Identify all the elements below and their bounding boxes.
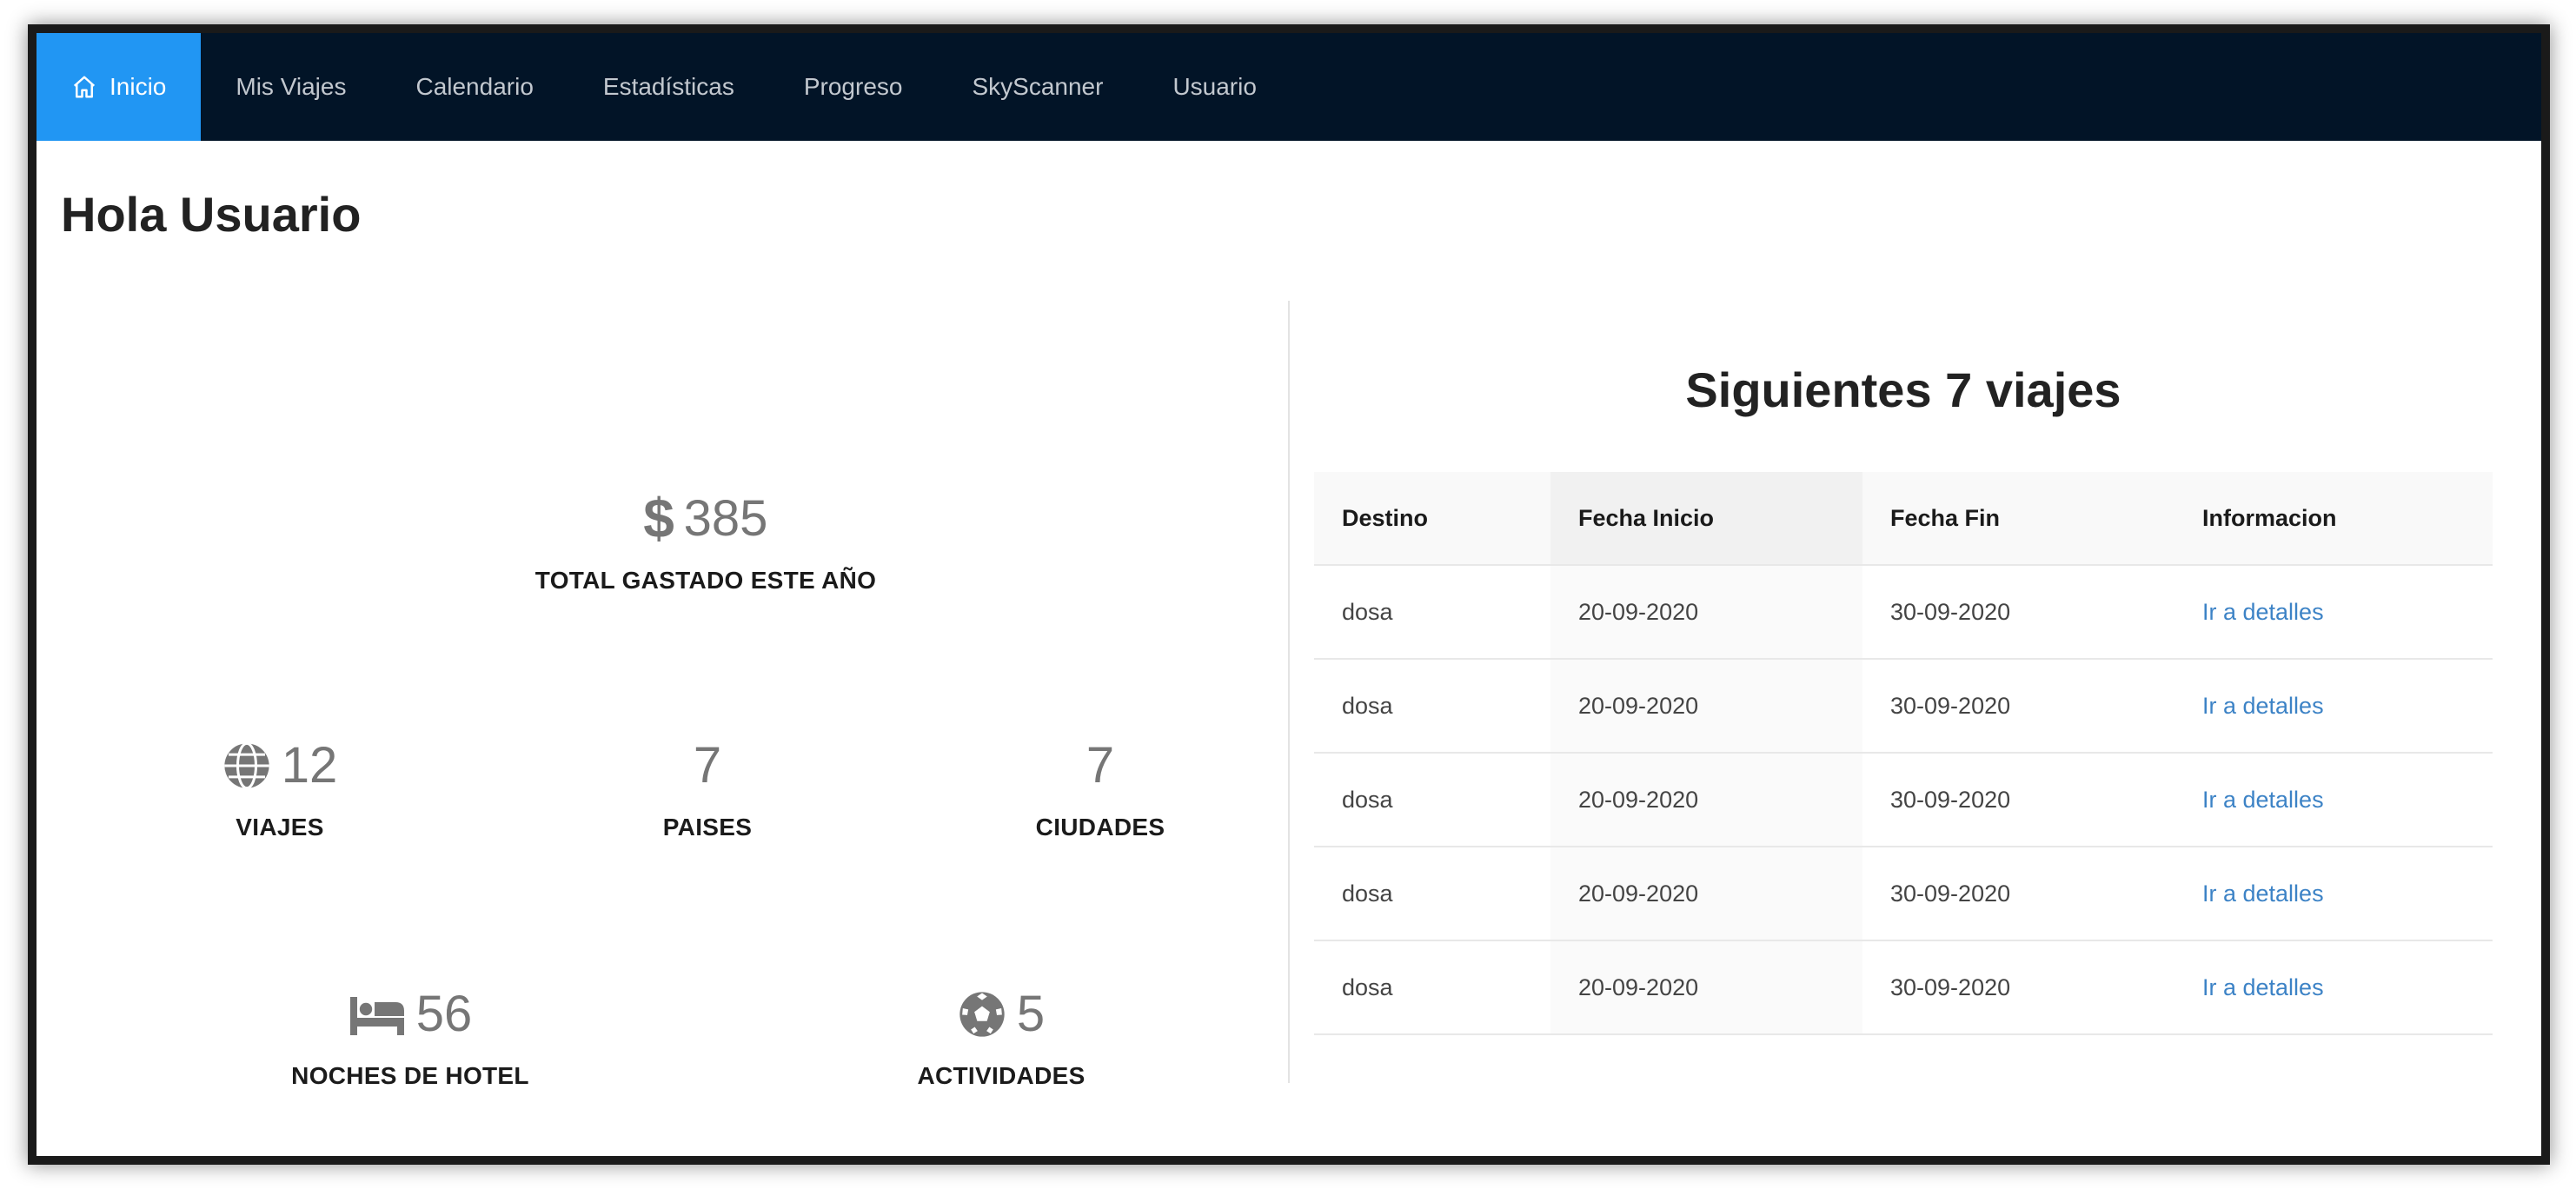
- cell-destino: dosa: [1314, 847, 1550, 941]
- nav-item-calendario[interactable]: Calendario: [381, 33, 568, 141]
- details-link[interactable]: Ir a detalles: [2202, 599, 2324, 625]
- nav-item-mis-viajes[interactable]: Mis Viajes: [201, 33, 381, 141]
- trips-table: Destino Fecha Inicio Fecha Fin Informaci…: [1314, 472, 2493, 1035]
- table-row: dosa 20-09-2020 30-09-2020 Ir a detalles: [1314, 940, 2493, 1035]
- stat-label: ACTIVIDADES: [917, 1062, 1086, 1089]
- dollar-icon: $: [644, 494, 674, 544]
- nav-item-label: Progreso: [803, 73, 903, 100]
- nav-item-progreso[interactable]: Progreso: [769, 33, 938, 141]
- stat-value: 56: [415, 986, 473, 1042]
- cell-informacion: Ir a detalles: [2174, 940, 2493, 1035]
- stat-viajes: 12 VIAJES: [141, 741, 419, 841]
- nav-item-label: Estadísticas: [602, 73, 734, 100]
- details-link[interactable]: Ir a detalles: [2202, 974, 2324, 1000]
- cell-fecha-fin: 30-09-2020: [1862, 940, 2174, 1035]
- page-title: Hola Usuario: [61, 187, 362, 242]
- stat-ciudades: 7 CIUDADES: [961, 741, 1239, 841]
- bed-icon: [349, 997, 404, 1035]
- stat-paises: 7 PAISES: [568, 741, 846, 841]
- column-header-fecha-inicio: Fecha Inicio: [1550, 472, 1862, 566]
- stat-label: CIUDADES: [1035, 814, 1165, 841]
- cell-destino: dosa: [1314, 940, 1550, 1035]
- home-icon: [73, 76, 96, 98]
- stat-value: 12: [281, 737, 338, 794]
- cell-informacion: Ir a detalles: [2174, 565, 2493, 660]
- nav-item-label: Usuario: [1172, 73, 1257, 100]
- cell-fecha-inicio: 20-09-2020: [1550, 847, 1862, 941]
- svg-text:$: $: [644, 494, 674, 544]
- stat-value: 7: [693, 737, 722, 794]
- cell-fecha-inicio: 20-09-2020: [1550, 753, 1862, 847]
- nav-item-estadisticas[interactable]: Estadísticas: [568, 33, 769, 141]
- stat-actividades: 5 ACTIVIDADES: [836, 989, 1166, 1090]
- cell-fecha-inicio: 20-09-2020: [1550, 940, 1862, 1035]
- nav-item-label: Calendario: [415, 73, 534, 100]
- trips-title: Siguientes 7 viajes: [1685, 362, 2121, 417]
- top-navbar: Inicio Mis Viajes Calendario Estadística…: [37, 33, 2541, 141]
- cell-informacion: Ir a detalles: [2174, 659, 2493, 754]
- cell-informacion: Ir a detalles: [2174, 753, 2493, 847]
- stat-value: 7: [1086, 737, 1115, 794]
- nav-item-label: SkyScanner: [972, 73, 1104, 100]
- cell-destino: dosa: [1314, 753, 1550, 847]
- cell-fecha-inicio: 20-09-2020: [1550, 659, 1862, 754]
- table-row: dosa 20-09-2020 30-09-2020 Ir a detalles: [1314, 753, 2493, 847]
- table-row: dosa 20-09-2020 30-09-2020 Ir a detalles: [1314, 565, 2493, 660]
- column-header-informacion: Informacion: [2174, 472, 2493, 566]
- stat-value: 385: [683, 490, 768, 547]
- stat-label: VIAJES: [236, 814, 324, 841]
- table-row: dosa 20-09-2020 30-09-2020 Ir a detalles: [1314, 847, 2493, 941]
- table-header-row: Destino Fecha Inicio Fecha Fin Informaci…: [1314, 472, 2493, 566]
- stat-label: PAISES: [662, 814, 753, 841]
- cell-fecha-fin: 30-09-2020: [1862, 565, 2174, 660]
- nav-item-skyscanner[interactable]: SkyScanner: [937, 33, 1138, 141]
- column-divider: [1288, 301, 1290, 1083]
- stats-panel: $ 385 TOTAL GASTADO ESTE AÑO 12 VIAJES 7: [37, 294, 1288, 1089]
- cell-fecha-fin: 30-09-2020: [1862, 847, 2174, 941]
- stat-noches-hotel: 56 NOCHES DE HOTEL: [245, 989, 575, 1090]
- nav-item-usuario[interactable]: Usuario: [1138, 33, 1291, 141]
- details-link[interactable]: Ir a detalles: [2202, 787, 2324, 813]
- soccer-ball-icon: [959, 992, 1005, 1037]
- details-link[interactable]: Ir a detalles: [2202, 693, 2324, 719]
- cell-informacion: Ir a detalles: [2174, 847, 2493, 941]
- cell-fecha-fin: 30-09-2020: [1862, 753, 2174, 847]
- details-link[interactable]: Ir a detalles: [2202, 880, 2324, 907]
- cell-destino: dosa: [1314, 659, 1550, 754]
- stat-label: NOCHES DE HOTEL: [291, 1062, 529, 1089]
- nav-item-label: Inicio: [110, 73, 167, 100]
- stat-total-spent: $ 385 TOTAL GASTADO ESTE AÑO: [488, 494, 923, 595]
- column-header-fecha-fin: Fecha Fin: [1862, 472, 2174, 566]
- trips-panel: Siguientes 7 viajes Destino Fecha Inicio…: [1314, 294, 2493, 1035]
- app-window: Inicio Mis Viajes Calendario Estadística…: [28, 24, 2550, 1165]
- stat-label: TOTAL GASTADO ESTE AÑO: [534, 567, 877, 594]
- stat-value: 5: [1016, 986, 1046, 1042]
- nav-item-label: Mis Viajes: [236, 73, 347, 100]
- cell-destino: dosa: [1314, 565, 1550, 660]
- table-row: dosa 20-09-2020 30-09-2020 Ir a detalles: [1314, 659, 2493, 754]
- cell-fecha-inicio: 20-09-2020: [1550, 565, 1862, 660]
- nav-item-inicio[interactable]: Inicio: [37, 33, 202, 141]
- cell-fecha-fin: 30-09-2020: [1862, 659, 2174, 754]
- column-header-destino: Destino: [1314, 472, 1550, 566]
- globe-icon: [224, 741, 269, 790]
